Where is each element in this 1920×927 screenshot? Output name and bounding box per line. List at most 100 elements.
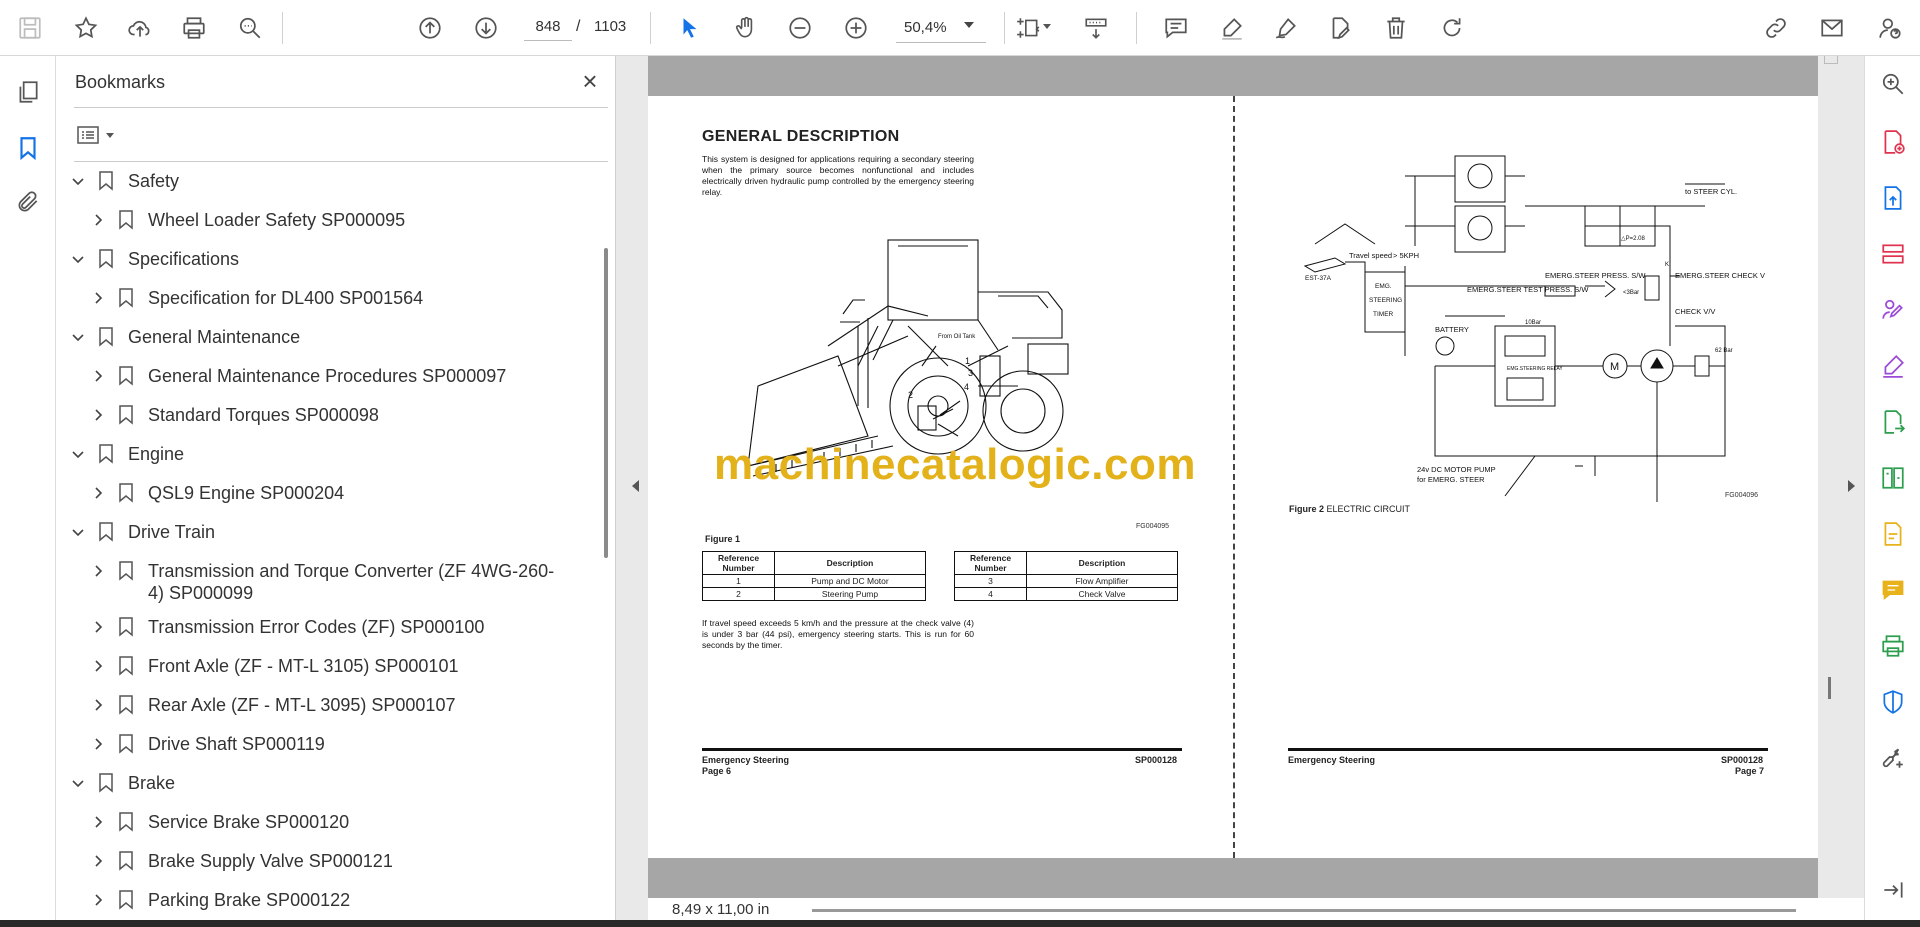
delete-trash-icon[interactable]: [1378, 10, 1414, 46]
chevron-right-icon[interactable]: [88, 733, 108, 755]
zoom-level-select[interactable]: 50,4%: [896, 13, 986, 43]
more-tools-icon[interactable]: [1875, 740, 1911, 776]
collapse-right-panel-icon[interactable]: [1848, 480, 1855, 492]
bookmark-options-button[interactable]: [76, 120, 122, 150]
upload-cloud-icon[interactable]: [122, 10, 158, 46]
bookmarks-scrollbar[interactable]: [604, 248, 608, 558]
scroll-mode-icon[interactable]: [1078, 10, 1114, 46]
redo-icon[interactable]: [1434, 10, 1470, 46]
chevron-down-icon[interactable]: [68, 248, 88, 270]
collapse-tools-icon[interactable]: [1875, 872, 1911, 908]
bookmark-item[interactable]: Specifications: [68, 248, 596, 278]
page-number-input[interactable]: [524, 13, 572, 41]
horizontal-scrollbar[interactable]: [812, 909, 1796, 912]
bookmark-item[interactable]: Rear Axle (ZF - MT-L 3095) SP000107: [88, 694, 596, 724]
chevron-down-icon[interactable]: [68, 521, 88, 543]
find-text-icon[interactable]: [232, 10, 268, 46]
bookmark-item[interactable]: Parking Brake SP000122: [88, 889, 596, 919]
bookmark-item[interactable]: Drive Train: [68, 521, 596, 551]
chevron-right-icon[interactable]: [88, 811, 108, 833]
zoom-in-icon[interactable]: [838, 10, 874, 46]
print-icon[interactable]: [176, 10, 212, 46]
page-fit-icon[interactable]: [1010, 10, 1046, 46]
bookmark-label: Brake: [128, 773, 176, 793]
comment-tool-icon[interactable]: [1875, 572, 1911, 608]
send-for-comments-icon[interactable]: [1875, 404, 1911, 440]
chevron-down-icon[interactable]: [964, 22, 974, 28]
bookmark-item[interactable]: Transmission and Torque Converter (ZF 4W…: [88, 560, 596, 603]
bookmark-icon: [116, 560, 136, 582]
footer-title-left: Emergency Steering: [702, 755, 790, 765]
chevron-right-icon[interactable]: [88, 209, 108, 231]
organize-pages-icon[interactable]: [1875, 236, 1911, 272]
bookmark-item[interactable]: Engine: [68, 443, 596, 473]
bookmark-item[interactable]: Service Brake SP000120: [88, 811, 596, 841]
chevron-down-icon[interactable]: [68, 772, 88, 794]
chevron-right-icon[interactable]: [88, 616, 108, 638]
bookmark-item[interactable]: General Maintenance Procedures SP000097: [88, 365, 596, 395]
export-pdf-icon[interactable]: [1875, 180, 1911, 216]
chevron-right-icon[interactable]: [88, 850, 108, 872]
chevron-down-icon[interactable]: [68, 443, 88, 465]
zoom-search-icon[interactable]: [1875, 66, 1911, 102]
save-icon[interactable]: [12, 10, 48, 46]
account-help-icon[interactable]: [1872, 10, 1908, 46]
bookmark-item[interactable]: Brake Supply Valve SP000121: [88, 850, 596, 880]
label-timer-3: TIMER: [1373, 311, 1394, 318]
close-icon[interactable]: ×: [576, 68, 604, 96]
chevron-right-icon[interactable]: [88, 655, 108, 677]
fill-sign-icon[interactable]: [1875, 348, 1911, 384]
email-icon[interactable]: [1814, 10, 1850, 46]
chevron-right-icon[interactable]: [88, 889, 108, 911]
chevron-right-icon[interactable]: [88, 694, 108, 716]
page-thumbnails-icon[interactable]: [10, 74, 46, 110]
attachments-icon[interactable]: [10, 184, 46, 220]
edit-text-icon[interactable]: [1322, 10, 1358, 46]
bookmark-item[interactable]: Front Axle (ZF - MT-L 3105) SP000101: [88, 655, 596, 685]
hand-tool-icon[interactable]: [728, 10, 764, 46]
vertical-scrollbar-thumb[interactable]: [1828, 677, 1831, 699]
compare-files-icon[interactable]: [1875, 460, 1911, 496]
bookmark-item[interactable]: Safety: [68, 170, 596, 200]
label-travel-speed: Travel speed: [1349, 251, 1392, 260]
scroll-up-arrow[interactable]: [1824, 56, 1838, 64]
bookmark-item[interactable]: Drive Shaft SP000119: [88, 733, 596, 763]
select-cursor-icon[interactable]: [672, 10, 708, 46]
chevron-right-icon[interactable]: [88, 560, 108, 582]
bookmark-item[interactable]: Transmission Error Codes (ZF) SP000100: [88, 616, 596, 646]
next-page-icon[interactable]: [468, 10, 504, 46]
share-link-icon[interactable]: [1758, 10, 1794, 46]
previous-page-icon[interactable]: [412, 10, 448, 46]
table-row: 3 Flow Amplifier: [954, 574, 1178, 588]
zoom-out-icon[interactable]: [782, 10, 818, 46]
bookmark-item[interactable]: General Maintenance: [68, 326, 596, 356]
chevron-down-icon[interactable]: [106, 132, 114, 138]
chevron-right-icon[interactable]: [88, 404, 108, 426]
bookmark-item[interactable]: Specification for DL400 SP001564: [88, 287, 596, 317]
bookmark-item[interactable]: Standard Torques SP000098: [88, 404, 596, 434]
bookmark-icon: [116, 811, 136, 833]
request-signatures-icon[interactable]: [1875, 292, 1911, 328]
chevron-right-icon[interactable]: [88, 365, 108, 387]
bookmark-item[interactable]: QSL9 Engine SP000204: [88, 482, 596, 512]
bookmark-label: Transmission Error Codes (ZF) SP000100: [148, 617, 485, 637]
comment-icon[interactable]: [1158, 10, 1194, 46]
collapse-left-panel-icon[interactable]: [632, 480, 639, 492]
draw-signature-icon[interactable]: [1268, 10, 1304, 46]
protect-shield-icon[interactable]: [1875, 684, 1911, 720]
bookmark-item[interactable]: Brake: [68, 772, 596, 802]
chevron-down-icon[interactable]: [68, 170, 88, 192]
chevron-right-icon[interactable]: [88, 482, 108, 504]
page-size-label: 8,49 x 11,00 in: [672, 901, 770, 918]
chevron-down-icon[interactable]: [68, 326, 88, 348]
page-fit-chevron-icon[interactable]: [1043, 24, 1051, 29]
edit-pdf-icon[interactable]: [1875, 516, 1911, 552]
bookmark-item[interactable]: Wheel Loader Safety SP000095: [88, 209, 596, 239]
bookmark-tree: Safety Wheel Loader Safety SP000095 Specif…: [56, 166, 604, 927]
highlight-pen-icon[interactable]: [1214, 10, 1250, 46]
print-production-icon[interactable]: [1875, 628, 1911, 664]
star-icon[interactable]: [68, 10, 104, 46]
chevron-right-icon[interactable]: [88, 287, 108, 309]
bookmarks-icon[interactable]: [10, 130, 46, 166]
create-pdf-icon[interactable]: [1875, 124, 1911, 160]
